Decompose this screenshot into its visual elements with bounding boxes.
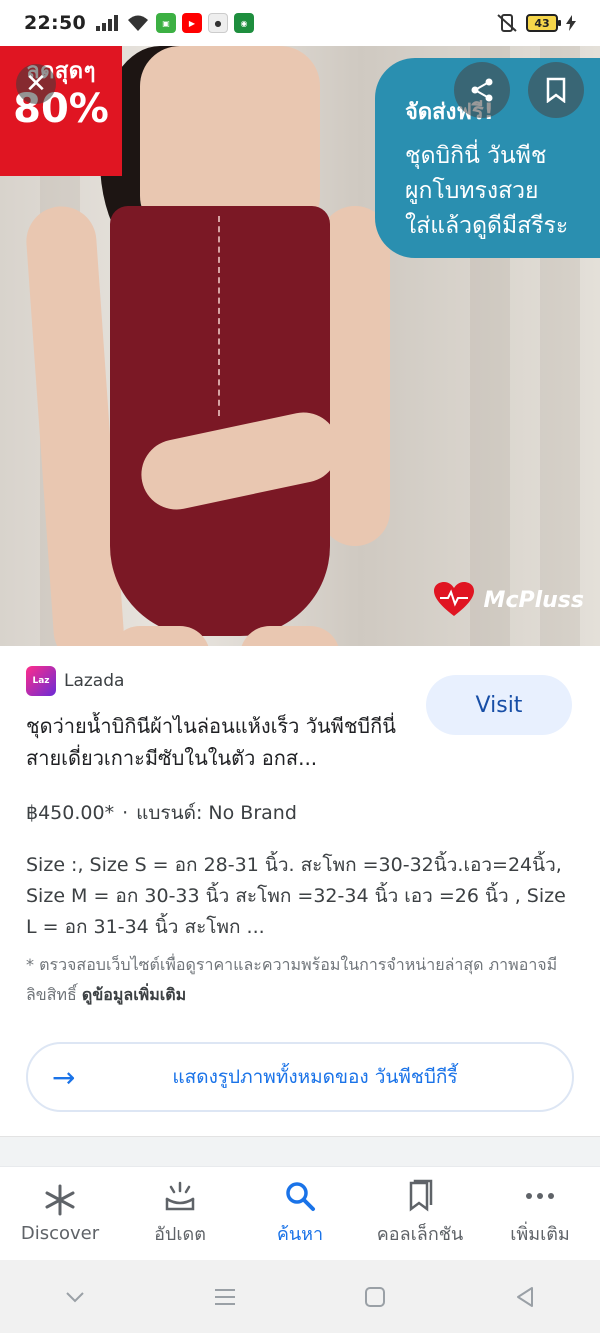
divider bbox=[0, 1136, 600, 1166]
status-time: 22:50 bbox=[24, 12, 86, 34]
heart-icon bbox=[433, 582, 474, 616]
nav-label: เพิ่มเติม bbox=[510, 1224, 570, 1245]
source-row[interactable]: Laz Lazada bbox=[26, 666, 124, 696]
line-app-icon: ▣ bbox=[155, 13, 176, 33]
collections-icon bbox=[403, 1179, 437, 1213]
recents-button[interactable] bbox=[195, 1277, 255, 1317]
price: ฿450.00* bbox=[26, 802, 115, 824]
youtube-icon: ▶ bbox=[181, 13, 202, 33]
asterisk-icon bbox=[43, 1183, 77, 1217]
nav-label: คอลเล็กชัน bbox=[376, 1224, 464, 1245]
bottom-nav: Discover อัปเดต ค้นหา คอลเล็กชัน เพิ่มเต… bbox=[0, 1166, 600, 1260]
nav-label: Discover bbox=[20, 1223, 100, 1244]
charging-icon bbox=[566, 15, 576, 31]
badge-line: ผูกโบทรงสวย bbox=[405, 178, 539, 204]
status-right: 43 bbox=[496, 13, 576, 33]
nav-label: ค้นหา bbox=[276, 1224, 324, 1245]
nav-search[interactable]: ค้นหา bbox=[240, 1179, 360, 1248]
collapse-button[interactable] bbox=[45, 1277, 105, 1317]
more-icon bbox=[523, 1179, 557, 1213]
all-images-button[interactable]: → แสดงรูปภาพทั้งหมดของ วันพีชบีกีรี้ bbox=[26, 1042, 574, 1112]
badge-line: ใส่แล้วดูดีมีสรีระ bbox=[405, 213, 569, 239]
discount-banner: ลดสุดๆ 80% bbox=[0, 46, 122, 176]
battery-indicator: 43 bbox=[526, 14, 561, 32]
right-arm bbox=[320, 206, 390, 546]
model-figure bbox=[24, 46, 410, 646]
status-bar: 22:50 ▣ ▶ ● ◉ 43 bbox=[0, 0, 600, 46]
product-image[interactable]: ลดสุดๆ 80% ✕ จัดส่งฟรี! ชุดบิกินี่ วันพี… bbox=[0, 46, 600, 646]
app-icon: ◉ bbox=[233, 13, 254, 33]
updates-icon bbox=[163, 1179, 197, 1213]
menu-icon bbox=[215, 1288, 235, 1305]
badge-line: ชุดบิกินี่ วันพีช bbox=[405, 143, 547, 169]
description: Size :, Size S = อก 28-31 นิ้ว. สะโพก =3… bbox=[26, 854, 566, 938]
brand-name: McPluss bbox=[483, 587, 584, 613]
status-icons: ▣ ▶ ● ◉ bbox=[95, 13, 254, 33]
brand: แบรนด์: No Brand bbox=[136, 802, 297, 824]
home-button[interactable] bbox=[345, 1277, 405, 1317]
nav-discover[interactable]: Discover bbox=[0, 1183, 120, 1244]
arrow-right-icon: → bbox=[52, 1060, 76, 1094]
signal-icon bbox=[95, 15, 118, 31]
all-images-label: แสดงรูปภาพทั้งหมดของ วันพีชบีกีรี้ bbox=[172, 1066, 458, 1088]
lace-up bbox=[218, 216, 220, 416]
chevron-down-icon bbox=[66, 1291, 84, 1302]
bookmark-icon bbox=[546, 77, 566, 103]
home-icon bbox=[365, 1286, 385, 1307]
leg bbox=[240, 626, 340, 646]
nav-label: อัปเดต bbox=[154, 1224, 206, 1245]
lazada-logo: Laz bbox=[26, 666, 56, 696]
wifi-icon bbox=[127, 15, 148, 31]
back-button[interactable] bbox=[495, 1277, 555, 1317]
nav-collections[interactable]: คอลเล็กชัน bbox=[360, 1179, 480, 1248]
result-title[interactable]: ชุดว่ายน้ำบิกินีผ้าไนล่อนแห้งเร็ว วันพีช… bbox=[26, 710, 416, 774]
brand-watermark: McPluss bbox=[433, 582, 584, 618]
back-icon bbox=[517, 1286, 533, 1307]
nav-more[interactable]: เพิ่มเติม bbox=[480, 1179, 600, 1248]
vibrate-icon bbox=[497, 14, 517, 32]
bookmark-button[interactable] bbox=[528, 62, 584, 118]
visit-button[interactable]: Visit bbox=[426, 675, 572, 735]
search-icon bbox=[283, 1179, 317, 1213]
share-icon bbox=[471, 78, 493, 102]
learn-more-link[interactable]: ดูข้อมูลเพิ่มเติม bbox=[82, 985, 186, 1004]
price-row: ฿450.00* · แบรนด์: No Brand bbox=[26, 802, 297, 824]
app-icon: ● bbox=[207, 13, 228, 33]
source-name: Lazada bbox=[64, 671, 125, 691]
share-button[interactable] bbox=[454, 62, 510, 118]
system-nav-bar bbox=[0, 1260, 600, 1333]
nav-updates[interactable]: อัปเดต bbox=[120, 1179, 240, 1248]
disclaimer: * ตรวจสอบเว็บไซต์เพื่อดูราคาและความพร้อม… bbox=[26, 950, 574, 1010]
close-button[interactable]: ✕ bbox=[16, 64, 56, 104]
close-icon: ✕ bbox=[25, 69, 47, 99]
